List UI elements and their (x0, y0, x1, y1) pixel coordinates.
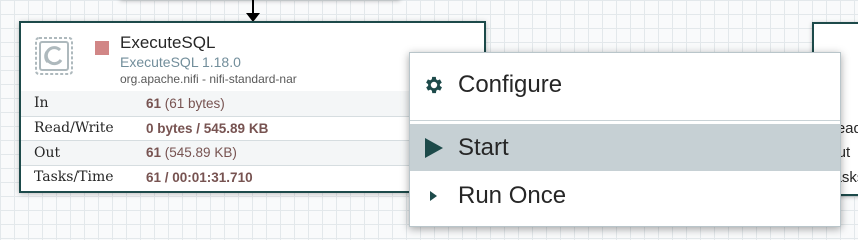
caret-right-icon (422, 184, 446, 208)
menu-item-run-once[interactable]: Run Once (410, 172, 840, 219)
context-menu: Configure Start Run Once (409, 52, 841, 227)
menu-item-label: Configure (458, 70, 563, 98)
menu-item-configure[interactable]: Configure (410, 61, 840, 108)
stat-label: Read/Write (34, 120, 114, 137)
processor-name: ExecuteSQL (120, 33, 216, 52)
processor-bundle: org.apache.nifi - nifi-standard-nar (120, 72, 297, 86)
processor-type: ExecuteSQL 1.18.0 (120, 54, 241, 70)
stat-value: 61 / 00:01:31.710 (146, 169, 253, 185)
stat-label: Tasks/Time (34, 169, 114, 186)
stat-value: 61 (61 bytes) (146, 95, 225, 111)
menu-item-label: Run Once (458, 181, 567, 209)
stat-label: In (34, 95, 49, 112)
processor-icon (35, 37, 73, 75)
stat-label: Out (34, 144, 61, 161)
stat-value: 0 bytes / 545.89 KB (146, 120, 269, 136)
play-icon (422, 136, 446, 160)
menu-item-label: Start (458, 133, 509, 161)
menu-item-start[interactable]: Start (410, 124, 840, 171)
stat-value: 61 (545.89 KB) (146, 145, 237, 161)
stopped-status-icon (95, 41, 109, 55)
gear-icon (422, 73, 446, 97)
menu-divider (410, 120, 840, 121)
